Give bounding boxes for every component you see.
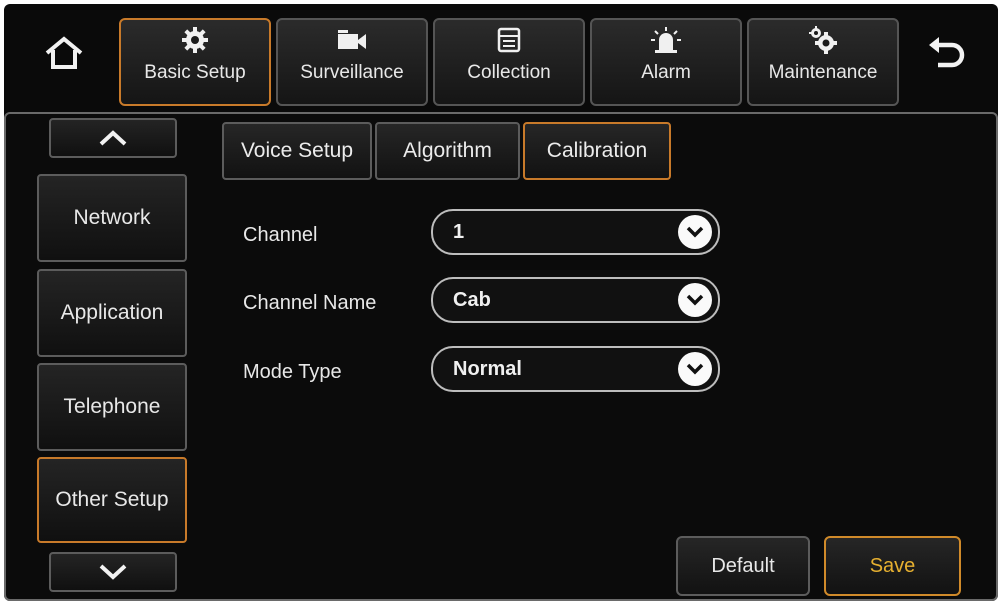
chevron-down-icon[interactable]	[678, 352, 712, 386]
chevron-up-icon	[99, 130, 127, 146]
sidebar-item-network[interactable]: Network	[37, 174, 187, 262]
channel-value: 1	[453, 220, 465, 243]
maintenance-gears-icon	[808, 26, 838, 54]
tab-label: Surveillance	[300, 62, 404, 83]
subtab-calibration[interactable]: Calibration	[523, 122, 671, 180]
chevron-down-icon[interactable]	[678, 215, 712, 249]
sidebar-item-other-setup[interactable]: Other Setup	[37, 457, 187, 543]
tab-label: Alarm	[641, 62, 691, 83]
collection-icon	[497, 26, 521, 54]
sidebar-item-application[interactable]: Application	[37, 269, 187, 357]
default-button[interactable]: Default	[676, 536, 810, 596]
subtab-algorithm[interactable]: Algorithm	[375, 122, 520, 180]
home-icon	[45, 36, 83, 69]
channel-name-label: Channel Name	[243, 292, 377, 314]
gear-icon	[181, 26, 209, 54]
sidebar-item-telephone[interactable]: Telephone	[37, 363, 187, 451]
tab-alarm[interactable]: Alarm	[590, 18, 742, 106]
sidebar-item-label: Other Setup	[55, 488, 169, 511]
chevron-down-icon[interactable]	[678, 283, 712, 317]
mode-type-value: Normal	[453, 357, 522, 380]
sidebar-scroll-up-button[interactable]	[49, 118, 177, 158]
tab-label: Collection	[467, 62, 551, 83]
tab-collection[interactable]: Collection	[433, 18, 585, 106]
channel-select[interactable]: 1	[431, 209, 720, 255]
sidebar-item-label: Application	[60, 301, 164, 324]
sidebar-item-label: Telephone	[63, 395, 161, 418]
channel-name-value: Cab	[453, 288, 491, 311]
back-button[interactable]	[916, 28, 976, 78]
channel-label: Channel	[243, 224, 318, 246]
default-button-label: Default	[711, 554, 775, 577]
tab-basic-setup[interactable]: Basic Setup	[119, 18, 271, 106]
save-button[interactable]: Save	[824, 536, 961, 596]
subtab-voice-setup[interactable]: Voice Setup	[222, 122, 372, 180]
save-button-label: Save	[869, 554, 916, 577]
tab-label: Basic Setup	[144, 62, 246, 83]
subtab-label: Calibration	[546, 139, 648, 162]
subtab-label: Voice Setup	[240, 139, 354, 162]
mode-type-label: Mode Type	[243, 361, 342, 383]
back-arrow-icon	[929, 37, 965, 68]
screen: Basic Setup Surveillance Collection Alar…	[4, 4, 998, 601]
tab-surveillance[interactable]: Surveillance	[276, 18, 428, 106]
channel-name-select[interactable]: Cab	[431, 277, 720, 323]
chevron-down-icon	[99, 564, 127, 580]
subtab-label: Algorithm	[403, 139, 492, 162]
tab-label: Maintenance	[768, 62, 878, 83]
mode-type-select[interactable]: Normal	[431, 346, 720, 392]
sidebar-item-label: Network	[73, 206, 151, 229]
camera-icon	[337, 26, 367, 54]
alarm-icon	[650, 26, 682, 54]
tab-maintenance[interactable]: Maintenance	[747, 18, 899, 106]
home-button[interactable]	[34, 28, 94, 78]
sidebar-scroll-down-button[interactable]	[49, 552, 177, 592]
